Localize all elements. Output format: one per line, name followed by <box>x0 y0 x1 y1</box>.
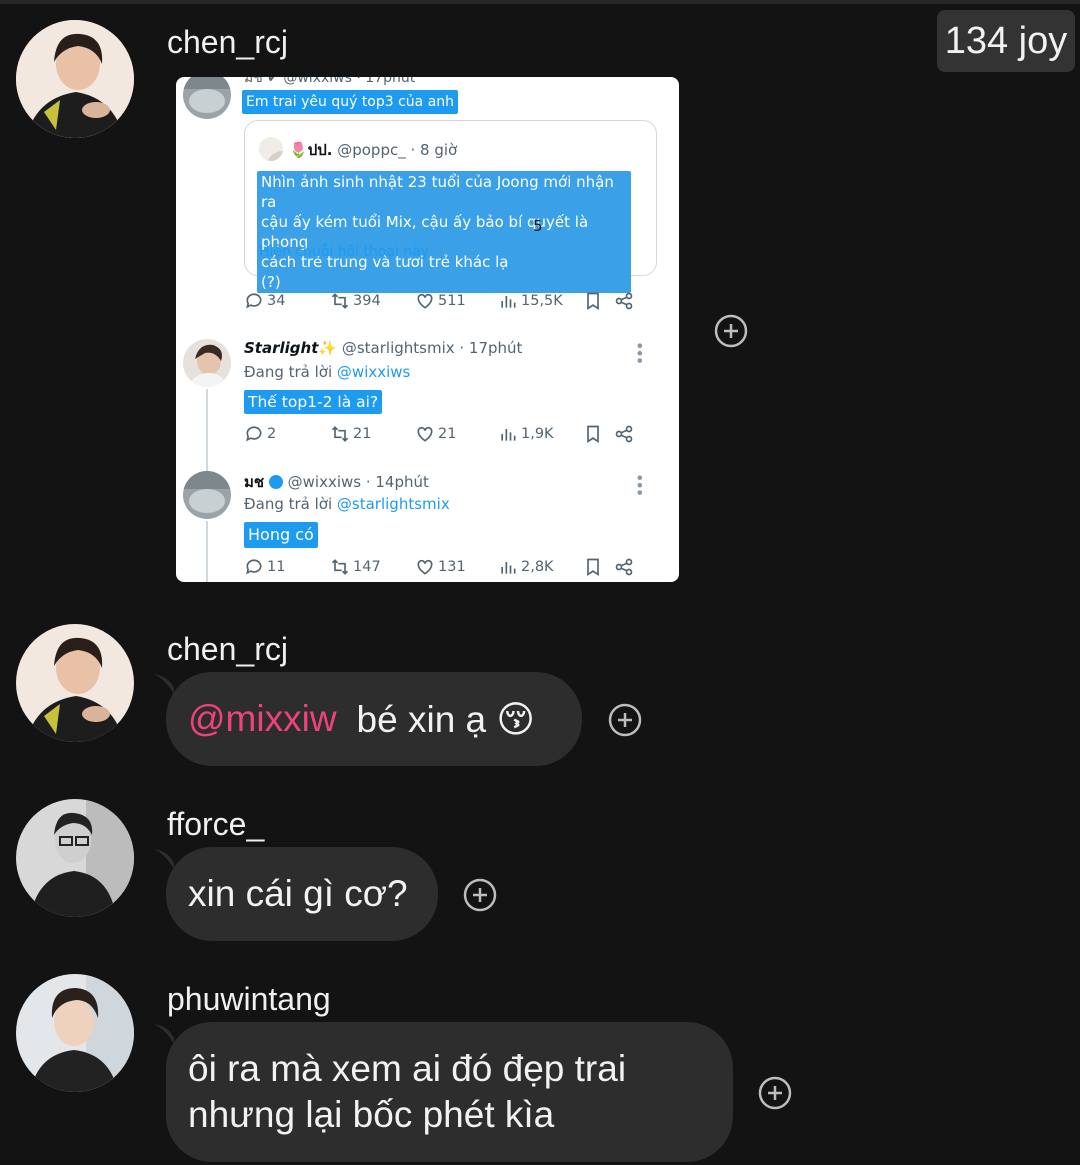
message-bubble[interactable]: xin cái gì cơ? <box>166 847 438 941</box>
views-icon <box>501 296 516 308</box>
more-icon[interactable]: ••• <box>630 473 649 495</box>
like-icon <box>417 559 433 575</box>
tweet-screenshot-image[interactable]: มช ✔ @wixxiws · 17phút Em trai yêu quý t… <box>176 77 679 582</box>
username[interactable]: chen_rcj <box>167 631 288 668</box>
message-bubble[interactable]: @mixxiw bé xin ạ 😚 <box>166 672 582 766</box>
sparkle-icon: ✨ <box>318 339 338 357</box>
more-icon[interactable]: ••• <box>630 341 649 363</box>
top-divider <box>0 0 1080 4</box>
reply1-header: Starlight✨ @starlightsmix · 17phút <box>244 339 523 357</box>
share-icon <box>615 292 633 310</box>
retweet-action[interactable]: 394 <box>330 291 381 311</box>
tweet-header-partial: มช ✔ @wixxiws · 17phút <box>244 77 416 86</box>
message-text-line: nhưng lại bốc phét kìa <box>188 1094 555 1135</box>
tulip-icon: 🌷 <box>289 141 308 159</box>
quote-text-highlighted: Nhìn ảnh sinh nhật 23 tuổi của Joong mới… <box>257 171 631 293</box>
bookmark-action[interactable] <box>583 291 603 311</box>
add-reaction-button[interactable] <box>758 1076 792 1110</box>
thread-line <box>206 521 208 582</box>
bubble-tail <box>153 674 174 694</box>
bookmark-icon <box>587 292 599 311</box>
retweet-action[interactable]: 21 <box>330 424 371 444</box>
add-reaction-icon <box>714 314 748 348</box>
user-mention[interactable]: @mixxiw <box>188 698 337 740</box>
message-text: xin cái gì cơ? <box>188 873 408 914</box>
like-action[interactable]: 131 <box>415 557 466 577</box>
like-icon <box>417 293 433 309</box>
add-reaction-icon <box>758 1076 792 1110</box>
retweet-icon <box>331 426 349 442</box>
avatar-photo-icon <box>16 20 134 138</box>
bookmark-icon <box>587 558 599 577</box>
reply2-text-highlighted: Hong có <box>244 522 318 548</box>
share-action[interactable] <box>614 291 634 311</box>
reply-action[interactable]: 34 <box>244 291 285 311</box>
add-reaction-button[interactable] <box>608 703 642 737</box>
avatar[interactable] <box>16 974 134 1092</box>
like-action[interactable]: 21 <box>415 424 456 444</box>
message-text-line: ôi ra mà xem ai đó đẹp trai <box>188 1048 627 1089</box>
avatar[interactable] <box>16 20 134 138</box>
like-action[interactable]: 511 <box>415 291 466 311</box>
add-reaction-button[interactable] <box>714 314 748 348</box>
tweet-actions: 34 394 511 15,5K <box>244 291 654 315</box>
reply1-actions: 2 21 21 1,9K <box>244 424 654 448</box>
quote-header: 🌷ปป. @poppc_ · 8 giờ <box>289 138 457 162</box>
add-reaction-icon <box>608 703 642 737</box>
views-icon <box>501 429 516 441</box>
reply2-actions: 11 147 131 2,8K <box>244 557 654 581</box>
share-action[interactable] <box>614 557 634 577</box>
username[interactable]: phuwintang <box>167 981 331 1018</box>
avatar-photo-icon <box>16 624 134 742</box>
retweet-icon <box>331 293 349 309</box>
thread-line <box>206 389 208 471</box>
quote-name: ปป. <box>307 141 333 159</box>
reply-avatar <box>183 471 231 519</box>
joy-counter-badge[interactable]: 134 joy <box>937 10 1075 72</box>
reply-avatar <box>183 339 231 387</box>
stray-char: 5 <box>533 217 543 235</box>
views-action[interactable]: 15,5K <box>498 291 563 311</box>
like-icon <box>417 426 433 442</box>
username[interactable]: chen_rcj <box>167 24 288 61</box>
tweet-avatar <box>183 77 231 119</box>
username[interactable]: fforce_ <box>167 806 264 843</box>
reply1-text-highlighted: Thế top1-2 là ai? <box>244 390 383 414</box>
reply-action[interactable]: 2 <box>244 424 276 444</box>
share-icon <box>615 558 633 576</box>
reply2-replying: Đang trả lời @starlightsmix <box>244 495 450 513</box>
tweet-text-highlighted: Em trai yêu quý top3 của anh <box>242 90 459 114</box>
bookmark-icon <box>587 425 599 444</box>
reply-action[interactable]: 11 <box>244 557 285 577</box>
views-action[interactable]: 1,9K <box>498 424 554 444</box>
views-icon <box>501 562 516 574</box>
show-thread-link[interactable]: Hiện chuỗi hội thoại này <box>259 244 429 260</box>
verified-icon <box>268 475 283 489</box>
quote-avatar <box>259 137 283 161</box>
quote-handle: @poppc_ · 8 giờ <box>337 141 458 159</box>
reply-icon <box>246 426 262 442</box>
bookmark-action[interactable] <box>583 557 603 577</box>
avatar[interactable] <box>16 799 134 917</box>
views-action[interactable]: 2,8K <box>498 557 554 577</box>
retweet-icon <box>331 559 349 575</box>
avatar[interactable] <box>16 624 134 742</box>
bubble-tail <box>153 849 174 869</box>
reply-icon <box>246 293 262 309</box>
avatar-photo-icon <box>16 974 134 1092</box>
avatar-photo-icon <box>16 799 134 917</box>
message-bubble[interactable]: ôi ra mà xem ai đó đẹp trai nhưng lại bố… <box>166 1022 733 1162</box>
add-reaction-button[interactable] <box>463 878 497 912</box>
reply-icon <box>246 559 262 575</box>
add-reaction-icon <box>463 878 497 912</box>
reply2-header: มช @wixxiws · 14phút <box>244 473 429 491</box>
reply1-replying: Đang trả lời @wixxiws <box>244 363 411 381</box>
share-icon <box>615 425 633 443</box>
retweet-action[interactable]: 147 <box>330 557 381 577</box>
quoted-tweet[interactable]: 🌷ปป. @poppc_ · 8 giờ Nhìn ảnh sinh nhật … <box>244 120 657 293</box>
bookmark-action[interactable] <box>583 424 603 444</box>
share-action[interactable] <box>614 424 634 444</box>
bubble-tail <box>153 1024 174 1044</box>
message-text: bé xin ạ 😚 <box>356 698 535 740</box>
